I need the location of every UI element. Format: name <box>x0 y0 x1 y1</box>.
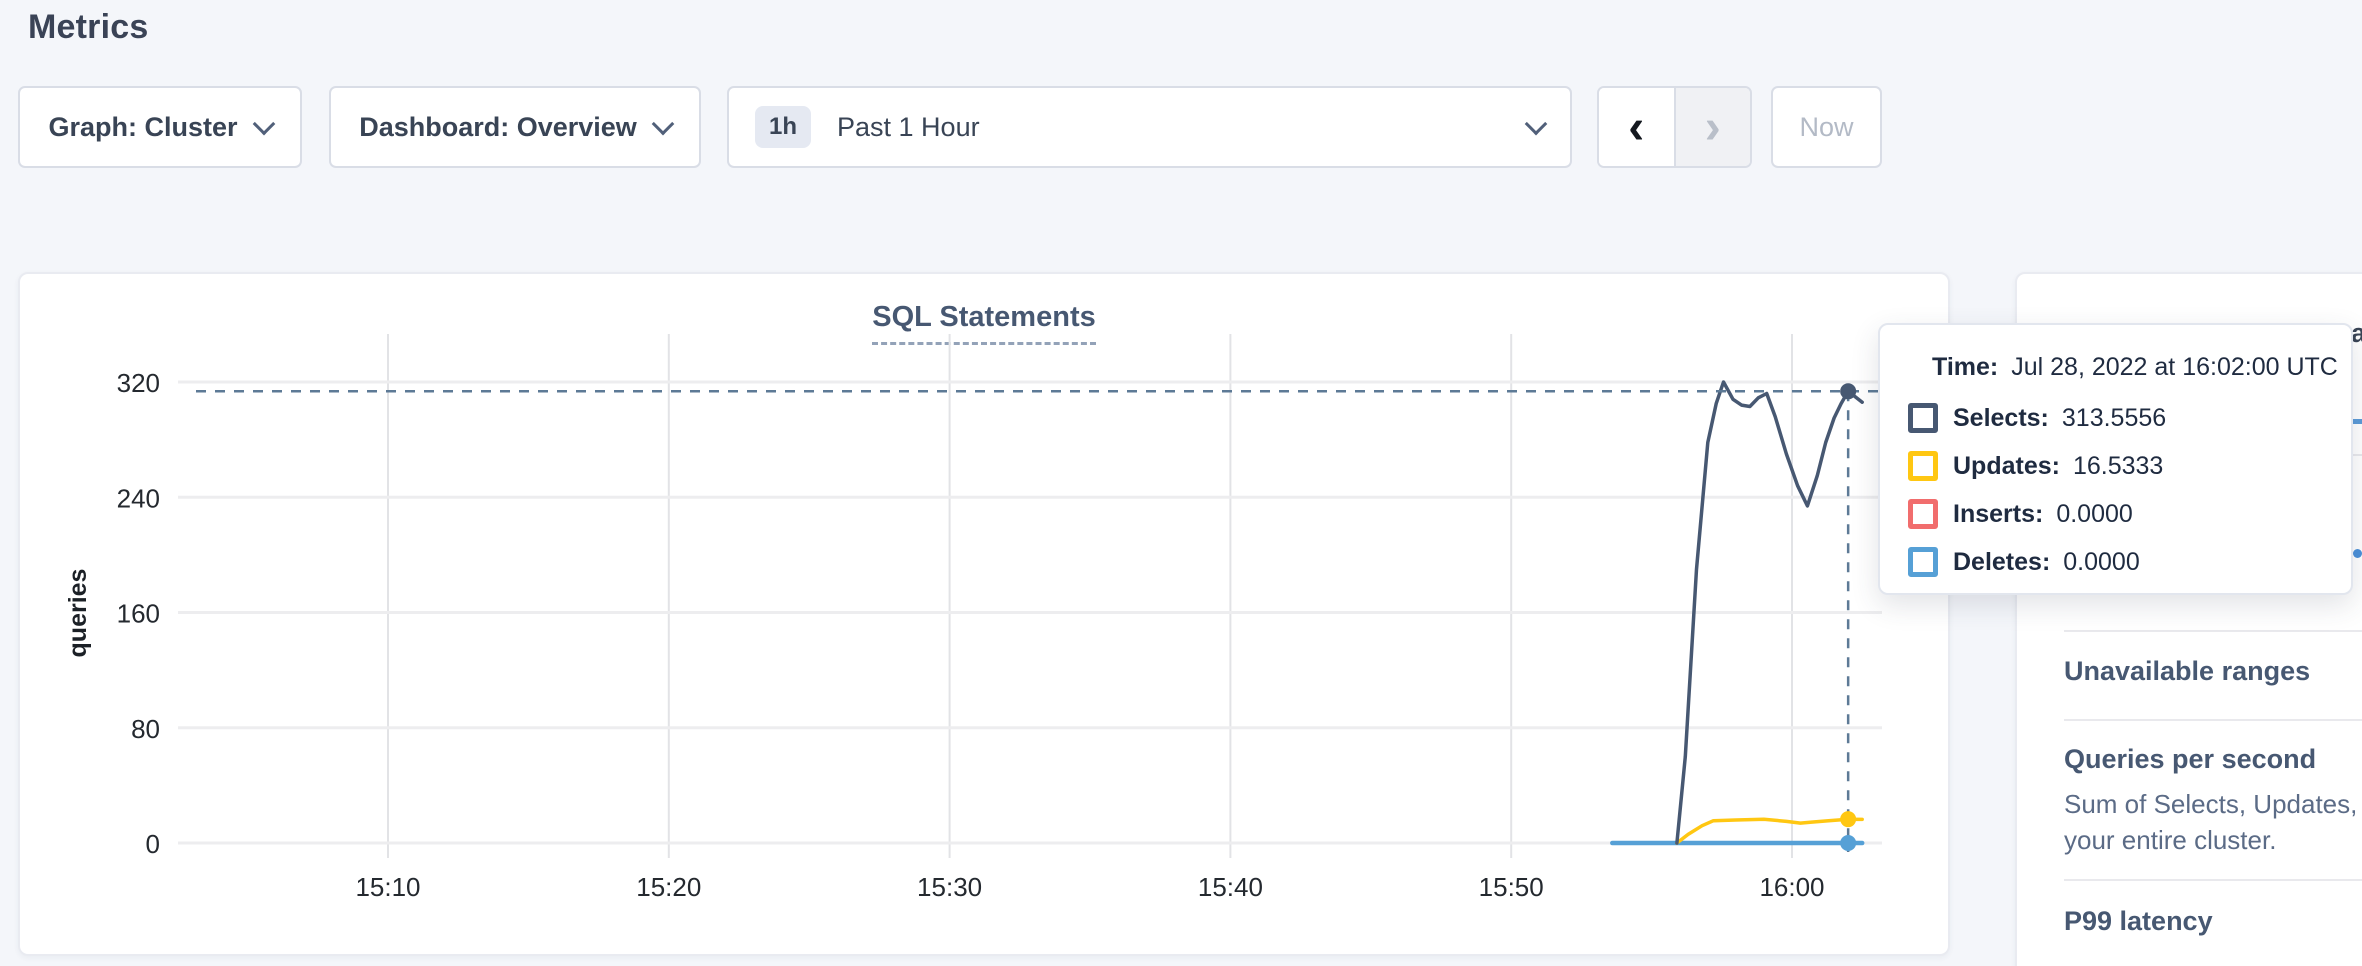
sidebar-heading-queries-per-second: Queries per second <box>2064 744 2316 775</box>
chevron-left-icon: ‹ <box>1628 100 1644 155</box>
time-range-label: Past 1 Hour <box>837 112 980 143</box>
tooltip-row-value: 0.0000 <box>2056 500 2132 529</box>
chart-title-text[interactable]: SQL Statements <box>872 301 1095 345</box>
time-range-badge: 1h <box>755 106 811 148</box>
tooltip-row-value: 16.5333 <box>2073 452 2163 481</box>
tooltip-row-label: Selects: <box>1953 404 2049 433</box>
dashboard-label: Dashboard: Overview <box>359 112 637 143</box>
next-window-button[interactable]: › <box>1676 88 1751 166</box>
sidebar-clipped-divider-fragment <box>2353 454 2362 456</box>
sidebar-divider <box>2064 719 2362 721</box>
tooltip-row-updates: Updates: 16.5333 <box>1908 442 2351 490</box>
tooltip-row-deletes: Deletes: 0.0000 <box>1908 538 2351 586</box>
dashboard-dropdown[interactable]: Dashboard: Overview <box>329 86 701 168</box>
sidebar-clipped-dot-fragment <box>2353 549 2362 558</box>
graph-scope-label: Graph: Cluster <box>48 112 237 143</box>
sidebar-description-line: Sum of Selects, Updates, Inser <box>2064 786 2362 822</box>
now-button-label: Now <box>1799 112 1853 143</box>
now-button[interactable]: Now <box>1771 86 1882 168</box>
chevron-down-icon <box>1525 112 1548 135</box>
selects-legend-swatch-icon <box>1908 403 1938 433</box>
sidebar-divider <box>2064 630 2362 632</box>
page-title: Metrics <box>28 0 148 54</box>
tooltip-time-label: Time: <box>1932 353 1998 382</box>
prev-window-button[interactable]: ‹ <box>1599 88 1676 166</box>
sidebar-description: Sum of Selects, Updates, Inser your enti… <box>2064 786 2362 858</box>
chevron-down-icon <box>651 112 674 135</box>
tooltip-row-value: 313.5556 <box>2062 404 2166 433</box>
tooltip-row-label: Inserts: <box>1953 500 2043 529</box>
tooltip-time-value: Jul 28, 2022 at 16:02:00 UTC <box>2011 353 2338 382</box>
sidebar-heading-p99-latency: P99 latency <box>2064 906 2213 937</box>
tooltip-row-selects: Selects: 313.5556 <box>1908 394 2351 442</box>
tooltip-row-inserts: Inserts: 0.0000 <box>1908 490 2351 538</box>
tooltip-row-label: Deletes: <box>1953 548 2050 577</box>
graph-scope-dropdown[interactable]: Graph: Cluster <box>18 86 302 168</box>
updates-legend-swatch-icon <box>1908 451 1938 481</box>
tooltip-row-label: Updates: <box>1953 452 2060 481</box>
sidebar-description-line: your entire cluster. <box>2064 822 2362 858</box>
tooltip-time-row: Time: Jul 28, 2022 at 16:02:00 UTC <box>1932 353 2351 382</box>
chevron-down-icon <box>252 112 275 135</box>
chevron-right-icon: › <box>1705 100 1721 155</box>
tooltip-row-value: 0.0000 <box>2063 548 2139 577</box>
inserts-legend-swatch-icon <box>1908 499 1938 529</box>
deletes-legend-swatch-icon <box>1908 547 1938 577</box>
time-window-pager: ‹ › <box>1597 86 1752 168</box>
sidebar-clipped-blue-fragment <box>2352 419 2362 424</box>
chart-title: SQL Statements <box>18 301 1950 334</box>
sidebar-divider <box>2064 879 2362 881</box>
sql-statements-chart-card <box>18 272 1950 956</box>
chart-hover-tooltip: Time: Jul 28, 2022 at 16:02:00 UTC Selec… <box>1878 323 2353 595</box>
sidebar-heading-unavailable-ranges: Unavailable ranges <box>2064 656 2310 687</box>
time-range-selector[interactable]: 1h Past 1 Hour <box>727 86 1572 168</box>
